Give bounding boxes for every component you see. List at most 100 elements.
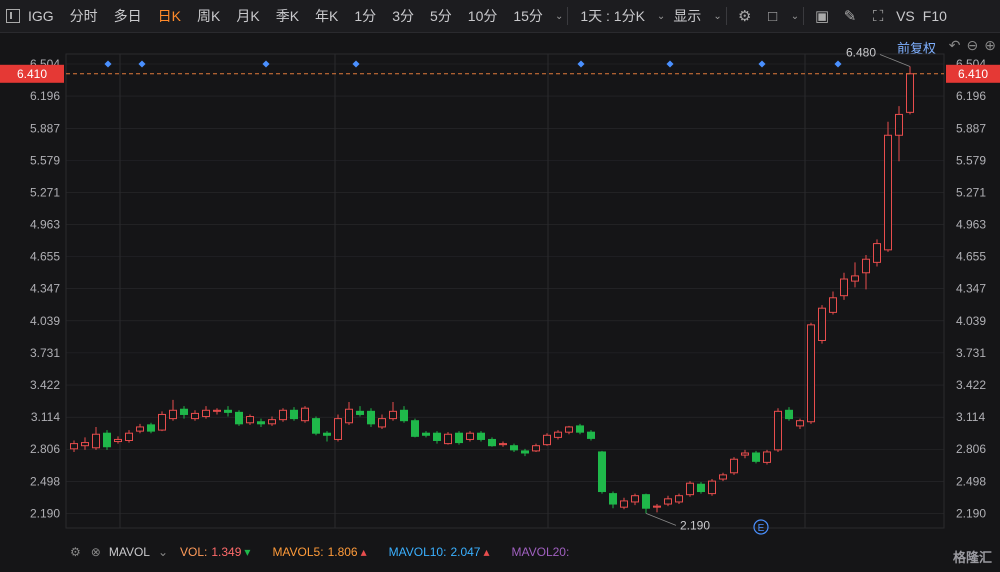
gear-icon[interactable]: ⚙ bbox=[70, 545, 81, 559]
candle-body-34 bbox=[444, 433, 452, 445]
tab-period-3[interactable]: 周K bbox=[189, 6, 228, 26]
chevron-down-icon[interactable]: ⌄ bbox=[713, 11, 721, 22]
candle-body-49 bbox=[609, 493, 617, 505]
candle-body-67 bbox=[807, 324, 815, 423]
f10-button[interactable]: F10 bbox=[919, 8, 951, 24]
low-annotation-label: 2.190 bbox=[680, 518, 710, 532]
chevron-down-icon[interactable]: ⌄ bbox=[791, 11, 799, 22]
candle-body-20 bbox=[290, 409, 298, 420]
y-tick-left-13: 2.498 bbox=[30, 474, 60, 488]
candle-body-48 bbox=[598, 451, 606, 493]
chevron-down-icon[interactable]: ⌄ bbox=[657, 11, 665, 22]
event-marker-6 bbox=[758, 60, 766, 68]
gear-icon[interactable]: ⚙ bbox=[731, 7, 759, 25]
candle-body-6 bbox=[136, 426, 144, 432]
tab-period-7[interactable]: 1分 bbox=[346, 6, 384, 26]
fullscreen-icon[interactable]: ⛶ bbox=[864, 8, 892, 25]
candle-body-44 bbox=[554, 431, 562, 438]
candle-body-70 bbox=[840, 278, 848, 297]
y-tick-right-7: 4.347 bbox=[956, 282, 986, 296]
candle-body-38 bbox=[488, 438, 496, 447]
tab-period-1[interactable]: 多日 bbox=[106, 6, 150, 26]
chevron-down-icon[interactable]: ⌄ bbox=[158, 545, 168, 559]
indicator-select[interactable]: MAVOL bbox=[109, 545, 150, 559]
tab-period-9[interactable]: 5分 bbox=[422, 6, 460, 26]
candle-body-1 bbox=[81, 442, 89, 447]
y-tick-left-14: 2.190 bbox=[30, 506, 60, 520]
candlestick-chart[interactable]: 6.504 6.5046.196 6.1965.887 5.8875.579 5.579… bbox=[0, 32, 1000, 540]
y-tick-left-5: 4.963 bbox=[30, 218, 60, 232]
candle-body-61 bbox=[741, 452, 749, 456]
symbol-label[interactable]: IGG bbox=[24, 8, 62, 24]
vs-button[interactable]: VS bbox=[892, 8, 919, 24]
pencil-icon[interactable]: ✎ bbox=[836, 7, 864, 25]
event-marker-4 bbox=[577, 60, 585, 68]
y-tick-left-2: 5.887 bbox=[30, 121, 60, 135]
event-marker-3 bbox=[352, 60, 360, 68]
tab-period-8[interactable]: 3分 bbox=[384, 6, 422, 26]
tab-period-5[interactable]: 季K bbox=[268, 6, 307, 26]
candle-body-71 bbox=[851, 275, 859, 282]
candle-body-9 bbox=[169, 409, 177, 420]
tab-period-2[interactable]: 日K bbox=[150, 6, 189, 26]
candle-body-53 bbox=[653, 505, 661, 508]
y-tick-left-6: 4.655 bbox=[30, 250, 60, 264]
y-tick-right-12: 2.806 bbox=[956, 442, 986, 456]
candle-body-37 bbox=[477, 432, 485, 440]
candle-body-31 bbox=[411, 420, 419, 437]
candle-body-4 bbox=[114, 438, 122, 443]
candle-body-60 bbox=[730, 458, 738, 474]
chart-style-icon[interactable]: □ bbox=[759, 8, 787, 25]
y-tick-left-10: 3.422 bbox=[30, 378, 60, 392]
plot-frame bbox=[65, 53, 945, 529]
event-marker-2 bbox=[262, 60, 270, 68]
candle-body-29 bbox=[389, 410, 397, 420]
chevron-down-icon[interactable]: ⌄ bbox=[555, 11, 563, 22]
y-tick-right-2: 5.887 bbox=[956, 121, 986, 135]
candle-body-19 bbox=[279, 409, 287, 421]
candle-body-3 bbox=[103, 432, 111, 448]
candle-body-65 bbox=[785, 409, 793, 420]
candle-body-30 bbox=[400, 409, 408, 422]
candle-body-33 bbox=[433, 432, 441, 441]
tab-period-6[interactable]: 年K bbox=[307, 6, 346, 26]
y-tick-right-1: 6.196 bbox=[956, 89, 986, 103]
candle-body-63 bbox=[763, 451, 771, 463]
candle-body-12 bbox=[202, 409, 210, 418]
candle-body-25 bbox=[345, 408, 353, 424]
tab-period-11[interactable]: 15分 bbox=[505, 6, 551, 26]
high-annotation-line bbox=[879, 54, 911, 67]
interval-select[interactable]: 1天 : 1分K bbox=[572, 6, 653, 26]
candle-body-22 bbox=[312, 418, 320, 434]
y-tick-left-9: 3.731 bbox=[30, 346, 60, 360]
candle-body-40 bbox=[510, 445, 518, 451]
panel-toggle-icon[interactable] bbox=[6, 9, 20, 23]
candle-body-62 bbox=[752, 452, 760, 462]
event-marker-7 bbox=[834, 60, 842, 68]
candle-body-32 bbox=[422, 432, 430, 436]
candle-body-46 bbox=[576, 425, 584, 433]
candle-body-35 bbox=[455, 432, 463, 444]
mavol20-label: MAVOL20: bbox=[511, 545, 570, 559]
candle-body-11 bbox=[191, 412, 199, 420]
event-marker-0 bbox=[104, 60, 112, 68]
camera-icon[interactable]: ▣ bbox=[808, 7, 836, 25]
event-badge-label: E bbox=[758, 523, 765, 534]
y-tick-right-5: 4.963 bbox=[956, 218, 986, 232]
candle-body-21 bbox=[301, 407, 309, 422]
display-menu[interactable]: 显示 bbox=[665, 6, 709, 26]
candle-body-56 bbox=[686, 482, 694, 496]
candle-body-73 bbox=[873, 243, 881, 263]
tab-period-4[interactable]: 月K bbox=[228, 6, 267, 26]
candle-body-66 bbox=[796, 420, 804, 427]
tab-period-0[interactable]: 分时 bbox=[62, 6, 106, 26]
y-tick-right-11: 3.114 bbox=[956, 410, 985, 424]
candle-body-16 bbox=[246, 416, 254, 424]
tab-period-10[interactable]: 10分 bbox=[460, 6, 506, 26]
divider bbox=[725, 7, 727, 25]
y-tick-right-8: 4.039 bbox=[956, 314, 986, 328]
candle-body-41 bbox=[521, 450, 529, 454]
candle-body-75 bbox=[895, 113, 903, 136]
close-icon[interactable]: ⊗ bbox=[91, 545, 101, 559]
y-tick-left-1: 6.196 bbox=[30, 89, 60, 103]
